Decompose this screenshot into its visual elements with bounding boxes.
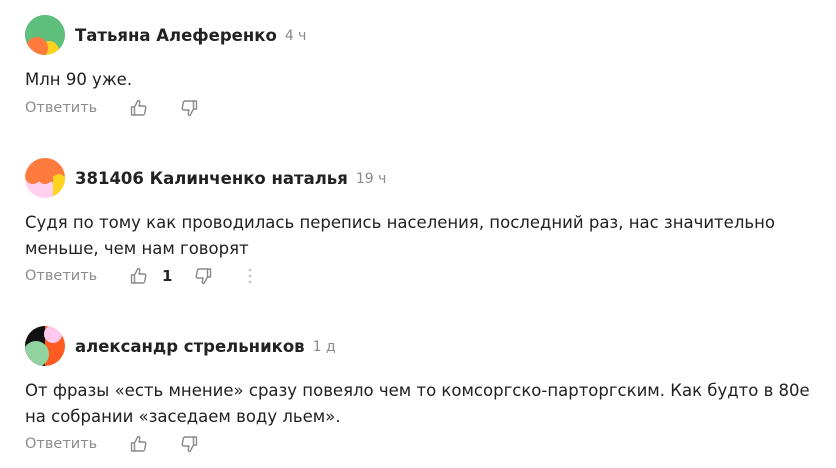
author-name[interactable]: александр стрельников: [75, 337, 305, 356]
avatar-graphic: [25, 158, 65, 198]
like-count: 1: [162, 267, 173, 285]
comment-header: Татьяна Алеференко 4 ч: [25, 15, 306, 55]
thumbs-down-icon[interactable]: [178, 433, 200, 455]
reply-button[interactable]: Ответить: [25, 268, 128, 284]
avatar[interactable]: [25, 158, 65, 198]
comment-actions: Ответить: [25, 432, 200, 456]
comment-time: 1 д: [312, 338, 336, 355]
comment-time: 4 ч: [284, 27, 307, 44]
comment-header: александр стрельников 1 д: [25, 326, 336, 366]
reply-button[interactable]: Ответить: [25, 100, 128, 116]
comment-header: 381406 Калинченко наталья 19 ч: [25, 158, 386, 198]
comment-time: 19 ч: [355, 170, 387, 187]
thumbs-up-icon[interactable]: [128, 265, 150, 287]
avatar[interactable]: [25, 326, 65, 366]
thumbs-up-icon[interactable]: [128, 433, 150, 455]
thumbs-up-icon[interactable]: [128, 97, 150, 119]
author-name[interactable]: Татьяна Алеференко: [75, 26, 277, 45]
avatar[interactable]: [25, 15, 65, 55]
comment-actions: Ответить 1: [25, 264, 256, 288]
comment-text: От фразы «есть мнение» сразу повеяло чем…: [25, 381, 810, 426]
reply-button[interactable]: Ответить: [25, 436, 128, 452]
comment-text: Судя по тому как проводилась перепись на…: [25, 213, 775, 258]
comments-feed: Татьяна Алеференко 4 ч Млн 90 уже. Ответ…: [0, 0, 836, 468]
avatar-graphic: [25, 15, 65, 55]
thumbs-down-icon[interactable]: [192, 265, 214, 287]
comment-actions: Ответить: [25, 96, 200, 120]
comment-text: Млн 90 уже.: [25, 70, 133, 89]
thumbs-down-icon[interactable]: [178, 97, 200, 119]
avatar-graphic: [25, 326, 65, 366]
author-name[interactable]: 381406 Калинченко наталья: [75, 169, 348, 188]
more-vertical-icon[interactable]: [244, 265, 256, 287]
